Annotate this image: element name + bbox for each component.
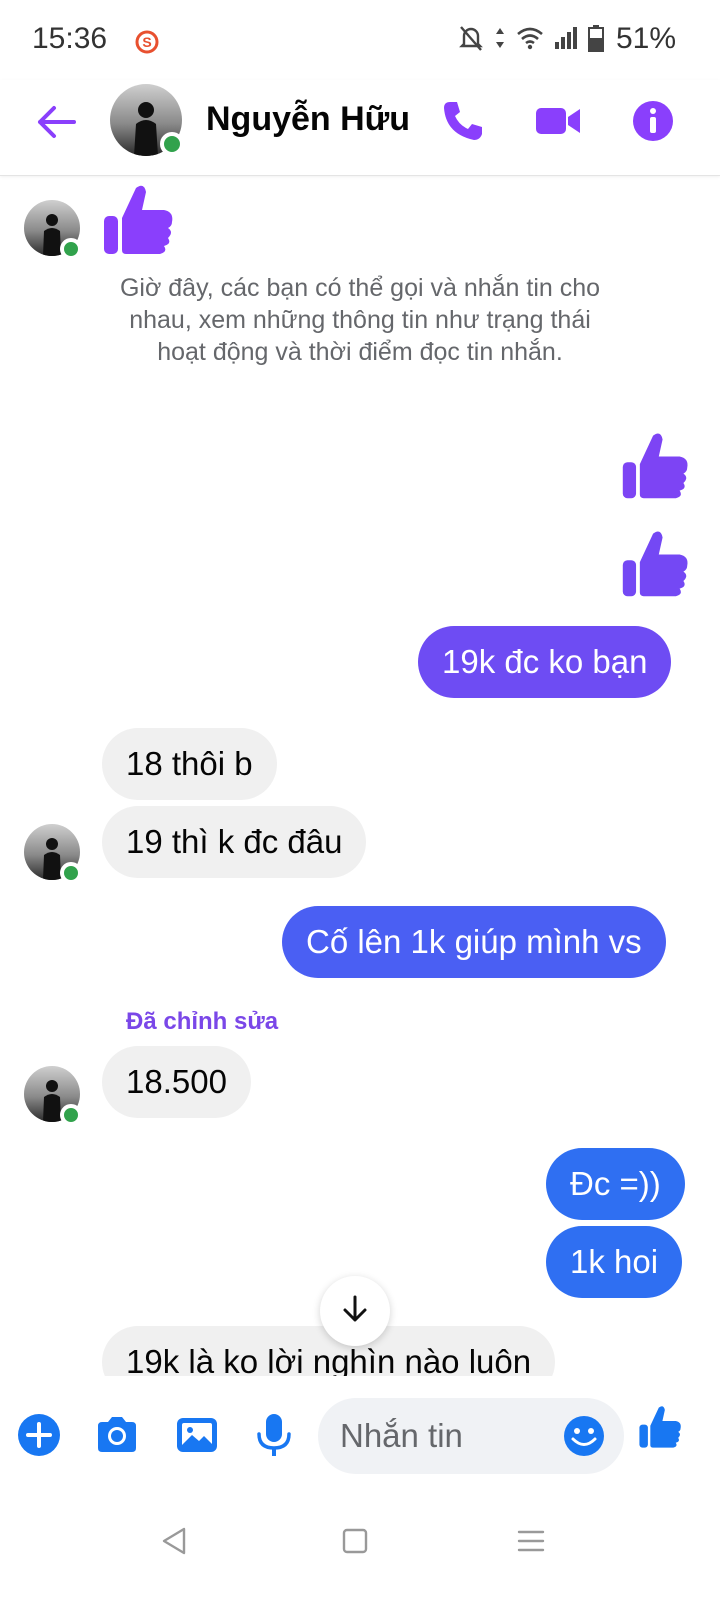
message-bubble-outgoing[interactable]: 1k hoi [546,1226,683,1298]
message-input-container[interactable] [318,1398,624,1474]
message-bubble-incoming[interactable]: 18 thôi b [102,728,277,800]
message-input[interactable] [340,1410,560,1462]
thumbs-up-icon [620,528,690,605]
system-nav-bar [0,1488,720,1600]
camera-icon[interactable] [94,1412,140,1458]
mute-icon [458,24,484,57]
status-bar: 15:36 S 51% [0,0,720,80]
contact-name[interactable]: Nguyễn Hữu [206,100,410,139]
online-indicator [160,132,184,156]
conversation-header: Nguyễn Hữu [0,80,720,176]
scroll-to-bottom-button[interactable] [320,1276,390,1346]
status-time: 15:36 [32,22,108,55]
message-composer [0,1376,720,1488]
info-icon[interactable] [630,98,676,144]
battery-icon [588,24,604,57]
plus-icon[interactable] [16,1412,62,1458]
shopee-app-icon: S [134,26,160,54]
conversation-info-text: Giờ đây, các bạn có thể gọi và nhắn tin … [119,274,601,366]
battery-percent: 51% [615,22,676,55]
online-indicator [60,862,82,884]
signal-icon [554,26,578,55]
menu-lines-icon[interactable] [516,1526,546,1556]
thumbs-up-icon[interactable] [638,1404,684,1450]
message-bubble-outgoing[interactable]: Cố lên 1k giúp mình vs [282,906,666,978]
thumbs-up-icon [102,182,174,263]
status-icons [458,24,604,57]
arrow-down-icon [340,1294,370,1329]
data-arrows-icon [494,24,506,57]
online-indicator [60,238,82,260]
home-square-icon[interactable] [340,1526,370,1556]
message-bubble-outgoing[interactable]: Đc =)) [546,1148,685,1220]
microphone-icon[interactable] [254,1412,300,1458]
back-triangle-icon[interactable] [160,1526,190,1556]
thumbs-up-icon [620,430,690,507]
message-bubble-outgoing[interactable]: 19k đc ko bạn [418,626,672,698]
image-icon[interactable] [174,1412,220,1458]
video-camera-icon[interactable] [534,98,580,144]
svg-text:S: S [142,34,151,50]
wifi-icon [516,26,544,55]
message-bubble-incoming[interactable]: 19 thì k đc đâu [102,806,367,878]
message-list[interactable]: Giờ đây, các bạn có thể gọi và nhắn tin … [0,176,720,1376]
phone-icon[interactable] [440,98,486,144]
message-bubble-incoming[interactable]: 18.500 [102,1046,251,1118]
edited-label: Đã chỉnh sửa [126,1008,279,1035]
online-indicator [60,1104,82,1126]
emoji-icon[interactable] [562,1414,606,1458]
back-arrow-icon[interactable] [34,100,78,144]
